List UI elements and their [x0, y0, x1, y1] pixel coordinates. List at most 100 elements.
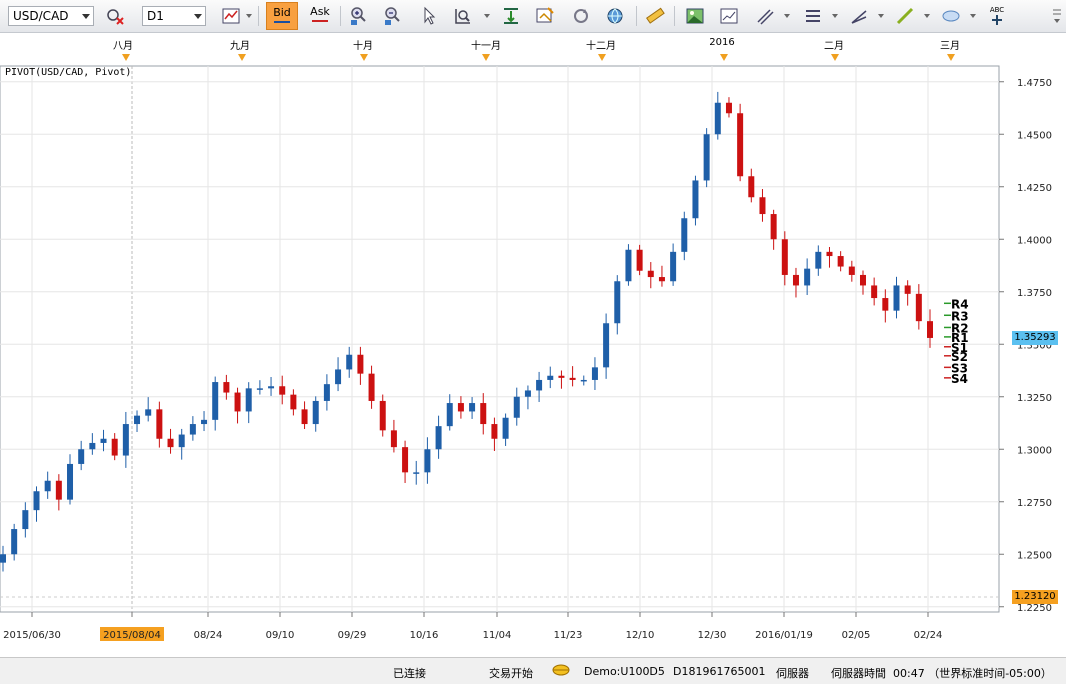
candle-down [915, 293, 922, 322]
candle-up [524, 390, 531, 397]
y-tick-label: 1.2500 [1017, 550, 1052, 561]
candle-up [201, 419, 208, 425]
y-tick-label: 1.4750 [1017, 78, 1052, 89]
x-tick-label: 12/10 [626, 630, 655, 641]
candle-down [111, 438, 118, 456]
x-tick-label: 12/30 [698, 630, 727, 641]
candle-down [390, 430, 397, 448]
candle-down [927, 321, 933, 338]
account-id: D181961765001 [673, 665, 766, 678]
x-tick-label: 2015/06/30 [3, 630, 61, 641]
candle-up [44, 480, 51, 492]
candle-down [234, 392, 241, 412]
candle-down [558, 375, 565, 378]
candle-up [625, 249, 632, 282]
x-tick-label: 09/29 [338, 630, 367, 641]
candle-up [78, 449, 85, 464]
candle-up [536, 379, 543, 391]
candle-up [134, 415, 141, 425]
candle-down [882, 298, 889, 311]
account-label: Demo:U100D5 [584, 665, 665, 678]
x-tick-label: 02/24 [914, 630, 943, 641]
candle-down [279, 386, 286, 395]
server-time: 00:47 （世界标准时间-05:00） [893, 667, 1052, 680]
candle-up [547, 375, 554, 380]
candle-up [815, 251, 822, 269]
candle-up [0, 554, 6, 563]
candle-down [55, 480, 62, 500]
candle-down [658, 277, 665, 282]
candle-up [692, 180, 699, 219]
candle-down [368, 373, 375, 401]
candle-down [301, 409, 308, 425]
candle-up [469, 403, 476, 412]
candle-down [781, 239, 788, 275]
x-tick-label: 11/23 [554, 630, 583, 641]
candle-up [591, 367, 598, 380]
trading-status: 交易开始 [489, 667, 533, 680]
y-tick-label: 1.4250 [1017, 183, 1052, 194]
candle-down [402, 447, 409, 473]
candle-down [737, 113, 744, 177]
price-chart[interactable]: 1.22501.25001.27501.30001.32501.35001.37… [0, 0, 1066, 657]
candle-up [335, 369, 342, 385]
plot-area [0, 65, 1000, 613]
candle-up [145, 409, 152, 416]
candle-up [312, 400, 319, 425]
y-tick-label: 1.2250 [1017, 603, 1052, 614]
x-tick-label: 02/05 [842, 630, 871, 641]
candle-up [22, 510, 29, 530]
candle-up [714, 102, 721, 135]
candle-up [33, 491, 40, 511]
candle-up [413, 472, 420, 474]
x-tick-label: 2015/08/04 [103, 630, 161, 641]
candle-down [491, 424, 498, 439]
candle-down [156, 409, 163, 439]
y-tick-label: 1.2750 [1017, 498, 1052, 509]
candle-up [11, 529, 18, 555]
candle-down [725, 102, 732, 114]
candle-down [859, 274, 866, 286]
candle-up [681, 218, 688, 252]
candle-down [770, 214, 777, 240]
x-tick-label: 10/16 [410, 630, 439, 641]
candle-down [759, 197, 766, 215]
candle-down [457, 403, 464, 412]
candle-up [446, 403, 453, 427]
candle-down [167, 438, 174, 448]
x-tick-label: 08/24 [194, 630, 223, 641]
indicator-title: PIVOT(USD/CAD, Pivot) [5, 67, 132, 78]
x-tick-label: 2016/01/19 [755, 630, 813, 641]
candle-up [603, 323, 610, 368]
candle-up [189, 424, 196, 435]
candle-up [323, 384, 330, 401]
candle-up [703, 134, 710, 181]
current-price-tag: 1.35293 [1012, 331, 1058, 345]
candle-down [871, 285, 878, 299]
candle-down [223, 382, 230, 393]
candle-down [837, 256, 844, 267]
candle-down [636, 249, 643, 271]
y-tick-label: 1.3750 [1017, 288, 1052, 299]
connection-icon [552, 664, 570, 679]
bottom-price-tag: 1.23120 [1012, 590, 1058, 604]
y-tick-label: 1.3000 [1017, 445, 1052, 456]
candle-down [904, 285, 911, 294]
candle-up [670, 251, 677, 282]
connection-status: 已连接 [393, 667, 426, 680]
candle-up [256, 388, 263, 390]
candle-down [848, 266, 855, 275]
candle-up [614, 281, 621, 324]
candle-up [424, 449, 431, 473]
candle-down [647, 270, 654, 278]
pivot-level-label: S4 [951, 372, 968, 386]
candle-up [893, 285, 900, 311]
candle-up [804, 268, 811, 286]
status-bar: 已连接 交易开始 Demo:U100D5 D181961765001 伺服器 伺… [0, 657, 1066, 684]
y-tick-label: 1.4000 [1017, 235, 1052, 246]
candle-down [379, 400, 386, 431]
candle-up [245, 388, 252, 412]
candle-down [480, 403, 487, 425]
server-label: 伺服器 [776, 667, 809, 680]
candle-up [513, 396, 520, 418]
